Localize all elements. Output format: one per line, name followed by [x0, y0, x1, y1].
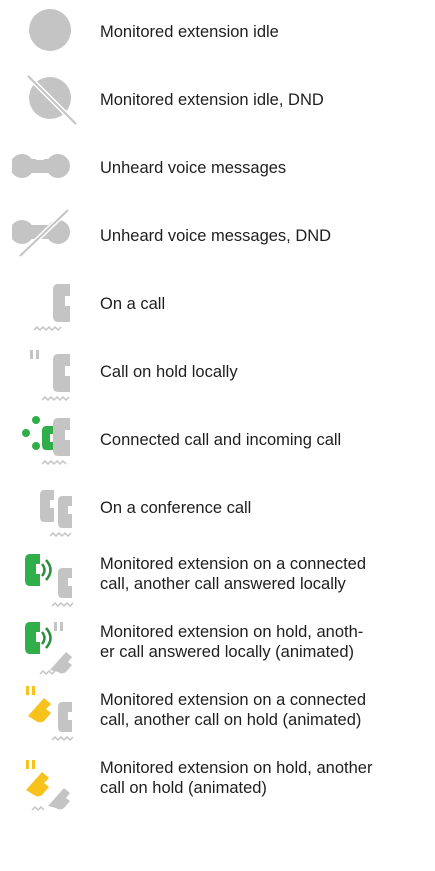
green-handset-hold-icon — [12, 612, 80, 676]
legend-label: On a conference call — [100, 499, 252, 517]
voicemail-dnd-icon — [12, 204, 80, 268]
legend-row: Monitored extension on hold, anoth- er c… — [0, 612, 435, 676]
green-handset-icon — [12, 544, 80, 608]
legend-label: Monitored extension on hold, another cal… — [100, 758, 432, 798]
legend-row: Connected call and incoming call — [0, 408, 435, 472]
legend-row: Unheard voice messages, DND — [0, 204, 435, 268]
legend-label-line-2: call, another call on hold (animated) — [100, 711, 362, 729]
legend-row: Monitored extension on a connected call,… — [0, 680, 435, 744]
idle-dnd-icon — [12, 68, 80, 132]
legend-row: Monitored extension on hold, another cal… — [0, 748, 435, 812]
legend-label-line-1: Monitored extension on hold, anoth- — [100, 623, 364, 641]
legend-label: Monitored extension on hold, anoth- er c… — [100, 622, 432, 662]
legend-label: Monitored extension on a connected call,… — [100, 690, 432, 730]
status-icon-legend: Monitored extension idle Monitored exten… — [0, 0, 435, 871]
legend-label-line-2: call on hold (animated) — [100, 779, 267, 797]
legend-row: On a conference call — [0, 476, 435, 540]
idle-circle-icon — [12, 0, 80, 64]
legend-row: Monitored extension on a connected call,… — [0, 544, 435, 608]
legend-label: Monitored extension idle, DND — [100, 91, 324, 109]
legend-label: Unheard voice messages, DND — [100, 227, 332, 245]
legend-label: Unheard voice messages — [100, 159, 287, 177]
legend-label: On a call — [100, 295, 166, 313]
legend-row: Call on hold locally — [0, 340, 435, 404]
legend-row: On a call — [0, 272, 435, 336]
voicemail-icon — [12, 136, 80, 200]
legend-label-line-1: Monitored extension on a connected — [100, 555, 367, 573]
handset-hold-icon — [12, 340, 80, 404]
handset-icon — [12, 272, 80, 336]
legend-row: Monitored extension idle, DND — [0, 68, 435, 132]
legend-row: Unheard voice messages — [0, 136, 435, 200]
legend-label: Monitored extension on a connected call,… — [100, 554, 432, 594]
legend-row: Monitored extension idle — [0, 0, 435, 64]
yellow-handset-icon — [12, 680, 80, 744]
legend-label: Connected call and incoming call — [100, 431, 342, 449]
legend-label-line-2: er call answered locally (animated) — [100, 643, 355, 661]
conference-icon — [12, 476, 80, 540]
legend-label: Monitored extension idle — [100, 23, 279, 41]
legend-label-line-1: Monitored extension on a connected — [100, 691, 367, 709]
handset-incoming-icon — [12, 408, 80, 472]
legend-label-line-2: call, another call answered locally — [100, 575, 346, 593]
legend-label-line-1: Monitored extension on hold, another — [100, 759, 373, 777]
yellow-handset-hold-icon — [12, 748, 80, 812]
legend-label: Call on hold locally — [100, 363, 238, 381]
